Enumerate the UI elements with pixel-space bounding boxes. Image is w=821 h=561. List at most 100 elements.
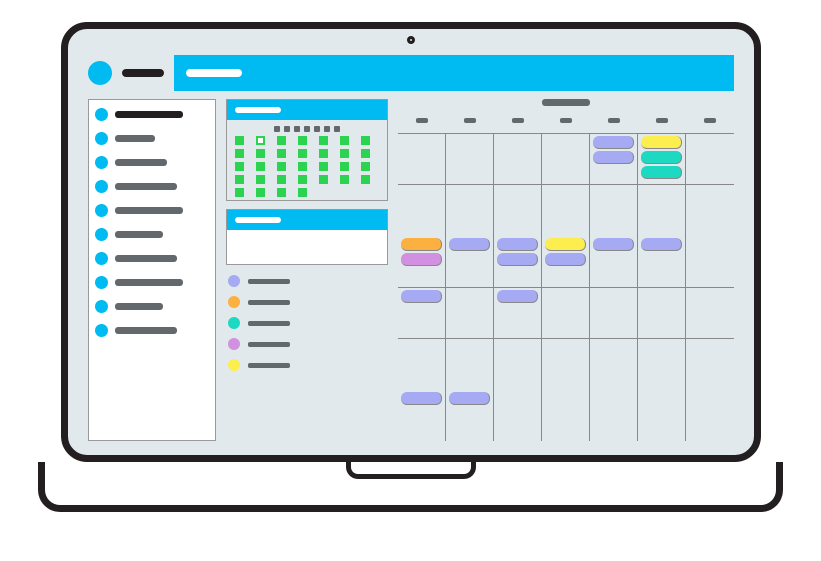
schedule-cell[interactable] [446, 288, 494, 339]
calendar-day[interactable] [361, 149, 370, 158]
calendar-day[interactable] [340, 175, 349, 184]
calendar-day[interactable] [235, 188, 244, 197]
calendar-day[interactable] [298, 136, 307, 145]
event-block[interactable] [401, 238, 442, 251]
sidebar-item[interactable] [95, 252, 209, 265]
calendar-day[interactable] [340, 136, 349, 145]
schedule-cell[interactable] [590, 390, 638, 441]
event-block[interactable] [545, 238, 586, 251]
schedule-cell[interactable] [686, 185, 734, 236]
event-block[interactable] [497, 253, 538, 266]
sidebar-item[interactable] [95, 228, 209, 241]
event-block[interactable] [593, 136, 634, 149]
schedule-cell[interactable] [494, 339, 542, 390]
schedule-cell[interactable] [638, 185, 686, 236]
sidebar-item[interactable] [95, 180, 209, 193]
calendar-day[interactable] [361, 136, 370, 145]
calendar-day[interactable] [319, 188, 328, 197]
calendar-day[interactable] [256, 149, 265, 158]
calendar-day[interactable] [298, 149, 307, 158]
sidebar-item[interactable] [95, 132, 209, 145]
event-block[interactable] [401, 392, 442, 405]
schedule-cell[interactable] [446, 134, 494, 185]
calendar-day[interactable] [298, 188, 307, 197]
calendar-day[interactable] [256, 162, 265, 171]
schedule-cell[interactable] [398, 134, 446, 185]
schedule-cell[interactable] [542, 390, 590, 441]
calendar-day[interactable] [319, 175, 328, 184]
schedule-cell[interactable] [446, 339, 494, 390]
event-block[interactable] [593, 151, 634, 164]
schedule-cell[interactable] [494, 134, 542, 185]
sidebar-item[interactable] [95, 156, 209, 169]
schedule-cell[interactable] [494, 236, 542, 287]
schedule-cell[interactable] [542, 288, 590, 339]
user-avatar[interactable] [88, 61, 112, 85]
sidebar-item[interactable] [95, 324, 209, 337]
schedule-cell[interactable] [590, 288, 638, 339]
filter-panel-body[interactable] [227, 230, 387, 264]
schedule-cell[interactable] [542, 185, 590, 236]
schedule-cell[interactable] [686, 134, 734, 185]
calendar-day[interactable] [277, 188, 286, 197]
sidebar-item[interactable] [95, 108, 209, 121]
event-block[interactable] [401, 290, 442, 303]
calendar-day[interactable] [298, 175, 307, 184]
calendar-day[interactable] [235, 175, 244, 184]
schedule-cell[interactable] [686, 236, 734, 287]
event-block[interactable] [497, 238, 538, 251]
calendar-day[interactable] [340, 149, 349, 158]
calendar-day[interactable] [235, 136, 244, 145]
calendar-day[interactable] [256, 136, 265, 145]
schedule-cell[interactable] [638, 288, 686, 339]
legend-item[interactable] [228, 296, 386, 308]
calendar-day[interactable] [361, 175, 370, 184]
schedule-cell[interactable] [494, 390, 542, 441]
schedule-cell[interactable] [398, 339, 446, 390]
calendar-day[interactable] [256, 188, 265, 197]
event-block[interactable] [545, 253, 586, 266]
calendar-day[interactable] [277, 149, 286, 158]
mini-calendar[interactable] [227, 120, 387, 200]
schedule-cell[interactable] [398, 236, 446, 287]
schedule-cell[interactable] [446, 236, 494, 287]
schedule-cell[interactable] [542, 134, 590, 185]
calendar-day[interactable] [361, 162, 370, 171]
sidebar-item[interactable] [95, 300, 209, 313]
schedule-cell[interactable] [542, 236, 590, 287]
calendar-day[interactable] [235, 149, 244, 158]
schedule-cell[interactable] [638, 236, 686, 287]
event-block[interactable] [641, 136, 682, 149]
calendar-day[interactable] [277, 175, 286, 184]
schedule-cell[interactable] [494, 185, 542, 236]
event-block[interactable] [401, 253, 442, 266]
event-block[interactable] [641, 238, 682, 251]
legend-item[interactable] [228, 317, 386, 329]
calendar-day[interactable] [277, 162, 286, 171]
schedule-cell[interactable] [686, 339, 734, 390]
event-block[interactable] [593, 238, 634, 251]
calendar-day[interactable] [319, 162, 328, 171]
schedule-cell[interactable] [686, 288, 734, 339]
schedule-cell[interactable] [590, 134, 638, 185]
schedule-cell[interactable] [686, 390, 734, 441]
legend-item[interactable] [228, 275, 386, 287]
schedule-cell[interactable] [590, 236, 638, 287]
calendar-day[interactable] [340, 188, 349, 197]
schedule-cell[interactable] [398, 288, 446, 339]
schedule-cell[interactable] [494, 288, 542, 339]
schedule-cell[interactable] [638, 339, 686, 390]
schedule-cell[interactable] [446, 185, 494, 236]
schedule-cell[interactable] [446, 390, 494, 441]
event-block[interactable] [641, 166, 682, 179]
calendar-day[interactable] [361, 188, 370, 197]
schedule-cell[interactable] [638, 134, 686, 185]
calendar-day[interactable] [256, 175, 265, 184]
schedule-cell[interactable] [542, 339, 590, 390]
calendar-day[interactable] [277, 136, 286, 145]
event-block[interactable] [641, 151, 682, 164]
schedule-cell[interactable] [590, 339, 638, 390]
calendar-day[interactable] [319, 136, 328, 145]
schedule-cell[interactable] [398, 185, 446, 236]
sidebar-item[interactable] [95, 276, 209, 289]
